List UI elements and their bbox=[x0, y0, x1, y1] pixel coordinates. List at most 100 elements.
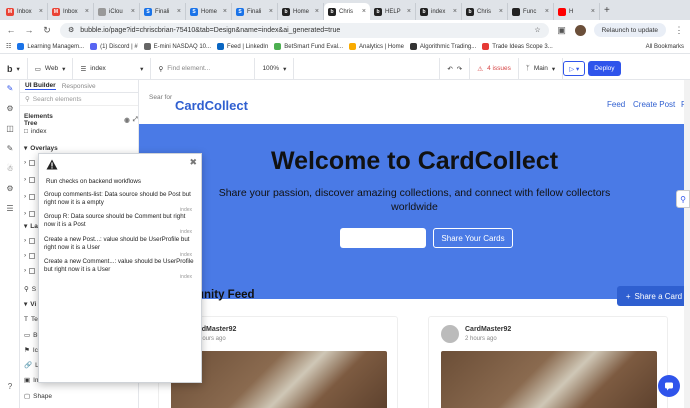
nav-create-post[interactable]: Create Post bbox=[633, 100, 675, 109]
bookmark-item[interactable]: Algorithmic Trading... bbox=[409, 43, 476, 50]
data-icon[interactable]: ◫ bbox=[5, 124, 15, 134]
bookmark-item[interactable]: Feed | LinkedIn bbox=[217, 43, 268, 50]
expand-icon[interactable]: ⤢ bbox=[133, 116, 138, 124]
bookmark-item[interactable]: Analytics | Home bbox=[349, 43, 404, 50]
hero-primary-button[interactable] bbox=[340, 228, 426, 248]
search-elements-input[interactable]: ⚲ Search elements bbox=[20, 93, 138, 106]
profile-avatar[interactable] bbox=[574, 24, 586, 36]
canvas-scrollbar[interactable] bbox=[684, 80, 690, 408]
settings-icon[interactable]: ⚙ bbox=[5, 184, 15, 194]
palette-icon[interactable]: ⚑ Ic bbox=[24, 346, 38, 355]
extensions-icon[interactable]: ▣ bbox=[557, 25, 567, 36]
tree-item-overlay-3[interactable]: › bbox=[24, 193, 36, 200]
tree-item-overlay-4[interactable]: › bbox=[24, 210, 36, 217]
bookmark-item[interactable]: E-mini NASDAQ 10... bbox=[143, 43, 211, 50]
section-visual[interactable]: ▾ Vi bbox=[24, 300, 36, 309]
help-icon[interactable]: ? bbox=[5, 382, 15, 392]
design-icon[interactable]: ✎ bbox=[5, 84, 15, 94]
deploy-button[interactable]: Deploy bbox=[588, 61, 621, 76]
palette-shape[interactable]: ▢ Shape bbox=[24, 392, 52, 401]
issue-item[interactable]: Create a new Post...: value should be Us… bbox=[44, 236, 194, 258]
close-icon[interactable]: × bbox=[591, 8, 595, 15]
issues-indicator[interactable]: ⚠ 4 issues bbox=[470, 57, 519, 80]
eye-icon[interactable]: ◉ bbox=[124, 116, 130, 124]
chat-button[interactable] bbox=[658, 375, 680, 397]
share-your-cards-button[interactable]: Share Your Cards bbox=[433, 228, 513, 248]
tab-responsive[interactable]: Responsive bbox=[62, 83, 96, 90]
bookmark-item[interactable]: Learning Managem... bbox=[17, 43, 84, 50]
tree-item-index[interactable]: □ index bbox=[24, 128, 46, 135]
close-icon[interactable]: × bbox=[362, 8, 366, 15]
browser-tab[interactable]: b index × bbox=[416, 3, 462, 20]
find-element-input[interactable]: ⚲ Find element... bbox=[151, 57, 256, 80]
browser-tab[interactable]: iClou × bbox=[94, 3, 140, 20]
close-icon[interactable]: × bbox=[223, 8, 227, 15]
redo-icon[interactable]: ↷ bbox=[457, 65, 462, 73]
issue-item[interactable]: Group R: Data source should be Comment b… bbox=[44, 213, 194, 235]
zoom-selector[interactable]: 100% ▾ bbox=[255, 57, 295, 80]
close-icon[interactable]: × bbox=[407, 8, 411, 15]
page-selector[interactable]: ☰ index ▾ bbox=[73, 57, 152, 80]
browser-tab[interactable]: S Home × bbox=[186, 3, 232, 20]
close-icon[interactable]: ✖ bbox=[189, 157, 197, 168]
forward-icon[interactable]: → bbox=[24, 25, 34, 35]
browser-tab[interactable]: Func × bbox=[508, 3, 554, 20]
share-a-card-button[interactable]: + Share a Card bbox=[617, 286, 690, 306]
preview-button[interactable]: ▷ ▾ bbox=[563, 61, 586, 76]
star-icon[interactable]: ☆ bbox=[534, 26, 540, 34]
bookmark-item[interactable]: BetSmart Fund Eval... bbox=[274, 43, 343, 50]
relaunch-button[interactable]: Relaunch to update bbox=[593, 23, 666, 37]
close-icon[interactable]: × bbox=[315, 8, 319, 15]
tree-item-overlay-2[interactable]: › bbox=[24, 176, 36, 183]
reload-icon[interactable]: ↻ bbox=[42, 25, 52, 36]
new-tab-icon[interactable]: + bbox=[600, 5, 614, 16]
undo-icon[interactable]: ↶ bbox=[447, 65, 452, 73]
close-icon[interactable]: × bbox=[177, 8, 181, 15]
close-icon[interactable]: × bbox=[39, 8, 43, 15]
tree-item-search[interactable]: ⚲ S bbox=[24, 285, 36, 294]
browser-tab[interactable]: M Inbox × bbox=[2, 3, 48, 20]
brand-title[interactable]: CardCollect bbox=[175, 98, 248, 113]
url-field[interactable]: ⚙ bubble.io/page?id=chriscbrian-75410&ta… bbox=[60, 22, 549, 38]
tree-item-layer-3[interactable]: › bbox=[24, 267, 36, 274]
post-card[interactable]: CardMaster92 2 hours ago bbox=[428, 316, 668, 408]
logs-icon[interactable]: ☰ bbox=[5, 204, 15, 214]
run-backend-checks-link[interactable]: Run checks on backend workflows bbox=[46, 178, 141, 185]
menu-icon[interactable]: ⋮ bbox=[674, 25, 684, 36]
browser-tab[interactable]: H × bbox=[554, 3, 600, 20]
styles-icon[interactable]: ✎ bbox=[5, 144, 15, 154]
tree-item-layers[interactable]: ▾ La bbox=[24, 222, 38, 231]
branch-selector[interactable]: ᛉ Main ▾ bbox=[519, 57, 564, 80]
close-icon[interactable]: × bbox=[269, 8, 273, 15]
zoom-icon[interactable]: ⚲ bbox=[676, 190, 690, 208]
close-icon[interactable]: × bbox=[453, 8, 457, 15]
plugins-icon[interactable]: ☃ bbox=[5, 164, 15, 174]
device-selector[interactable]: ▭ Web ▾ bbox=[28, 57, 74, 80]
tree-item-layer-1[interactable]: › bbox=[24, 237, 36, 244]
design-canvas[interactable]: Sear for CardCollect Feed Create Post Pr… bbox=[139, 80, 690, 408]
close-icon[interactable]: × bbox=[499, 8, 503, 15]
all-bookmarks[interactable]: All Bookmarks bbox=[646, 44, 684, 50]
palette-text[interactable]: T Te bbox=[24, 316, 38, 323]
issue-item[interactable]: Create a new Comment...: value should be… bbox=[44, 258, 194, 280]
workflow-icon[interactable]: ⚙ bbox=[5, 104, 15, 114]
browser-tab[interactable]: b HELP × bbox=[370, 3, 416, 20]
browser-tab[interactable]: M Inbox × bbox=[48, 3, 94, 20]
browser-tab[interactable]: b Home × bbox=[278, 3, 324, 20]
issue-item[interactable]: Group comments-list: Data source should … bbox=[44, 191, 194, 213]
bookmark-item[interactable]: (1) Discord | # bbox=[90, 43, 138, 50]
close-icon[interactable]: × bbox=[85, 8, 89, 15]
apps-icon[interactable]: ☷ bbox=[6, 43, 11, 50]
browser-tab[interactable]: S Finali × bbox=[232, 3, 278, 20]
bubble-logo[interactable]: b ▾ bbox=[0, 57, 28, 80]
tab-ui-builder[interactable]: UI Builder bbox=[25, 82, 56, 90]
tree-item-overlays[interactable]: ▾ Overlays bbox=[24, 144, 58, 153]
browser-tab[interactable]: b Chris × bbox=[324, 3, 370, 20]
bookmark-item[interactable]: Trade Ideas Scope 3... bbox=[482, 43, 553, 50]
close-icon[interactable]: × bbox=[131, 8, 135, 15]
browser-tab[interactable]: S Finali × bbox=[140, 3, 186, 20]
browser-tab[interactable]: b Chris × bbox=[462, 3, 508, 20]
back-icon[interactable]: ← bbox=[6, 25, 16, 35]
close-icon[interactable]: × bbox=[545, 8, 549, 15]
site-info-icon[interactable]: ⚙ bbox=[68, 26, 74, 34]
